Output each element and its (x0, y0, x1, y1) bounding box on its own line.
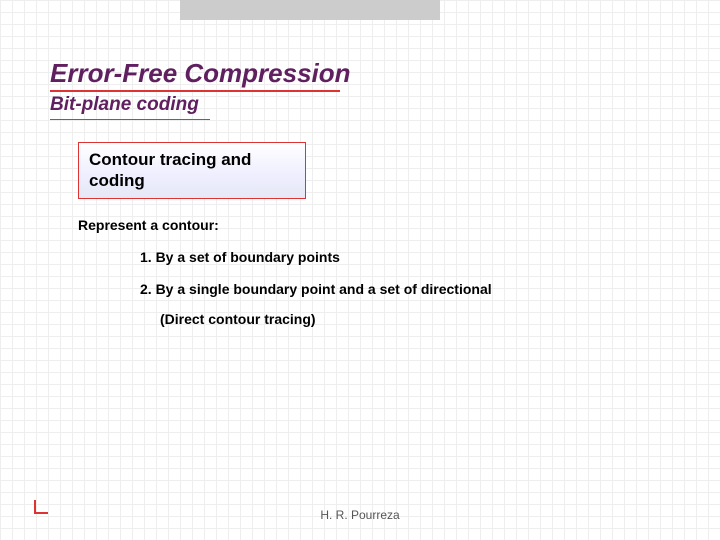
slide-title: Error-Free Compression (50, 60, 670, 86)
footer-author: H. R. Pourreza (0, 508, 720, 522)
slide-content: Error-Free Compression Bit-plane coding … (0, 0, 720, 327)
list-item: 2. By a single boundary point and a set … (140, 281, 670, 297)
lead-text: Represent a contour: (78, 217, 670, 233)
list-item: 1. By a set of boundary points (140, 249, 670, 265)
title-underline (50, 90, 340, 92)
slide-subtitle: Bit-plane coding (50, 94, 670, 116)
list-subtext: (Direct contour tracing) (160, 311, 670, 327)
subtitle-underline (50, 119, 210, 120)
highlight-box: Contour tracing and coding (78, 142, 306, 199)
